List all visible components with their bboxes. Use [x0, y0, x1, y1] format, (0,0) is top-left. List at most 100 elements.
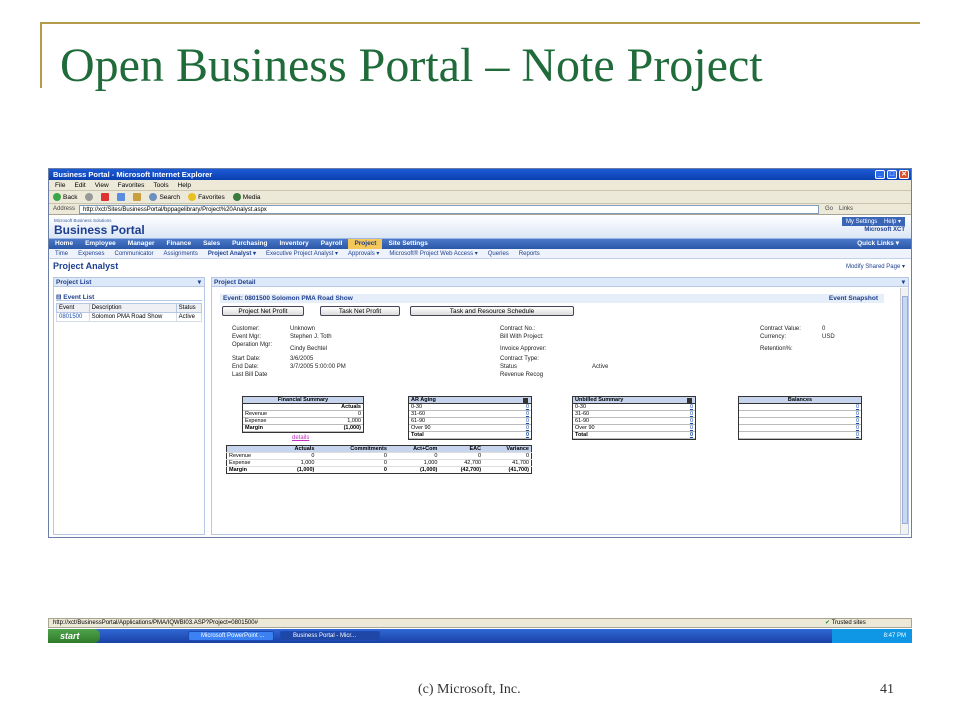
- home-button[interactable]: [133, 193, 142, 201]
- financial-summary-col: Actuals: [341, 404, 361, 410]
- subnav-project-web-access[interactable]: Microsoft® Project Web Access ▾: [389, 250, 477, 257]
- nav-project[interactable]: Project: [348, 239, 383, 249]
- maximize-button[interactable]: □: [887, 170, 897, 179]
- media-button[interactable]: Media: [232, 193, 261, 201]
- balance-link[interactable]: 0: [841, 418, 861, 424]
- fin-col-variance: Variance: [483, 445, 532, 453]
- col-event[interactable]: Event: [56, 303, 90, 313]
- balance-link[interactable]: 0: [841, 411, 861, 417]
- ar-over-90-link[interactable]: 0: [511, 425, 531, 431]
- taskbar-powerpoint[interactable]: Microsoft PowerPoint ...: [188, 631, 274, 641]
- balance-link[interactable]: 0: [841, 404, 861, 410]
- ar-total-link[interactable]: 0: [511, 432, 531, 438]
- unbilled-61-90-link[interactable]: 0: [675, 418, 695, 424]
- favorites-button[interactable]: Favorites: [188, 193, 225, 201]
- stop-button[interactable]: [101, 193, 110, 201]
- contract-no-label: Contract No.:: [500, 326, 536, 332]
- nav-employee[interactable]: Employee: [79, 239, 122, 249]
- forward-button[interactable]: [85, 193, 94, 201]
- financial-summary-title: Financial Summary: [243, 397, 363, 404]
- table-row: 31-60 0: [409, 411, 531, 418]
- my-settings-link[interactable]: My Settings: [846, 219, 877, 225]
- menu-help[interactable]: Help: [178, 182, 191, 189]
- nav-manager[interactable]: Manager: [122, 239, 161, 249]
- back-button[interactable]: Back: [53, 193, 77, 201]
- menu-favorites[interactable]: Favorites: [118, 182, 145, 189]
- nav-inventory[interactable]: Inventory: [273, 239, 314, 249]
- event-list-title[interactable]: ⊟ Event List: [56, 293, 202, 301]
- scrollbar-thumb[interactable]: [902, 296, 908, 524]
- event-status: Active: [175, 312, 203, 322]
- subnav-time[interactable]: Time: [55, 251, 68, 257]
- retention-label: Retention%:: [760, 346, 793, 352]
- links-button[interactable]: Links: [839, 206, 853, 212]
- table-row: Margin (1,000): [243, 425, 363, 432]
- nav-finance[interactable]: Finance: [161, 239, 198, 249]
- unbilled-0-30-link[interactable]: 0: [675, 404, 695, 410]
- vertical-scrollbar[interactable]: [900, 288, 908, 534]
- unbilled-31-60-link[interactable]: 0: [675, 411, 695, 417]
- table-row[interactable]: 0801500 Solomon PMA Road Show Active: [56, 312, 203, 322]
- project-net-profit-button[interactable]: Project Net Profit: [222, 306, 304, 316]
- ar-61-90-link[interactable]: 0: [511, 418, 531, 424]
- close-button[interactable]: ✕: [899, 170, 909, 179]
- subnav-queries[interactable]: Queries: [488, 251, 509, 257]
- windows-taskbar: start Microsoft PowerPoint ... Business …: [48, 629, 912, 643]
- ar-31-60-link[interactable]: 0: [511, 411, 531, 417]
- balance-link[interactable]: 0: [841, 432, 861, 438]
- nav-payroll[interactable]: Payroll: [315, 239, 349, 249]
- panel-menu-icon[interactable]: ▾: [902, 278, 905, 287]
- search-button[interactable]: Search: [149, 193, 180, 201]
- event-id-link[interactable]: 0801500: [56, 312, 90, 322]
- table-row: 0-30 0: [573, 404, 695, 411]
- task-resource-schedule-button[interactable]: Task and Resource Schedule: [410, 306, 574, 316]
- subnav-executive-project-analyst[interactable]: Executive Project Analyst ▾: [266, 250, 338, 257]
- subnav-communicator[interactable]: Communicator: [114, 251, 153, 257]
- nav-purchasing[interactable]: Purchasing: [226, 239, 273, 249]
- menu-file[interactable]: File: [55, 182, 65, 189]
- home-icon: [133, 193, 142, 201]
- table-row: Margin (1,000) 0 (1,000) (42,700) (41,700): [226, 466, 532, 474]
- quick-links[interactable]: Quick Links ▾: [851, 239, 905, 249]
- go-button[interactable]: Go: [825, 206, 833, 212]
- balances-title: Balances: [739, 397, 861, 404]
- menu-edit[interactable]: Edit: [74, 182, 85, 189]
- project-detail-header: Project Detail ▾: [212, 278, 908, 287]
- subnav-reports[interactable]: Reports: [519, 251, 540, 257]
- nav-home[interactable]: Home: [49, 239, 79, 249]
- start-date-value: 3/6/2005: [290, 356, 314, 362]
- chart-icon[interactable]: [687, 398, 692, 403]
- menu-tools[interactable]: Tools: [153, 182, 168, 189]
- ar-0-30-link[interactable]: 0: [511, 404, 531, 410]
- panel-menu-icon[interactable]: ▾: [198, 278, 201, 287]
- balance-link[interactable]: 0: [841, 425, 861, 431]
- nav-sales[interactable]: Sales: [197, 239, 226, 249]
- table-row: Revenue 0 0 0 0 0: [226, 452, 532, 460]
- details-link[interactable]: details: [292, 435, 309, 441]
- chart-icon[interactable]: [523, 398, 528, 403]
- nav-site-settings[interactable]: Site Settings: [382, 239, 433, 249]
- subnav-assignments[interactable]: Assignments: [164, 251, 198, 257]
- menu-view[interactable]: View: [95, 182, 109, 189]
- task-net-profit-button[interactable]: Task Net Profit: [320, 306, 400, 316]
- financial-detail-table: Actuals Commitments Act+Com EAC Variance…: [226, 445, 532, 474]
- address-input[interactable]: http://xct/Sites/BusinessPortal/bppageli…: [79, 204, 820, 214]
- subnav-expenses[interactable]: Expenses: [78, 251, 104, 257]
- invoice-approver-label: Invoice Approver:: [500, 346, 547, 352]
- help-link[interactable]: Help ▾: [884, 219, 901, 225]
- minimize-button[interactable]: _: [875, 170, 885, 179]
- unbilled-total-link[interactable]: 0: [675, 432, 695, 438]
- refresh-button[interactable]: [117, 193, 126, 201]
- unbilled-summary-box: Unbilled Summary 0-30 0 31-60 0 61-90 0 Ove…: [572, 396, 696, 440]
- col-status[interactable]: Status: [175, 303, 203, 313]
- col-description[interactable]: Description: [88, 303, 177, 313]
- modify-shared-page[interactable]: Modify Shared Page ▾: [846, 263, 905, 270]
- unbilled-over-90-link[interactable]: 0: [675, 425, 695, 431]
- forward-arrow-icon: [85, 193, 94, 201]
- taskbar-business-portal[interactable]: Business Portal - Micr...: [280, 631, 380, 641]
- fin-col-eac: EAC: [439, 445, 484, 453]
- subnav-approvals[interactable]: Approvals ▾: [348, 250, 379, 257]
- start-button[interactable]: start: [48, 629, 100, 643]
- table-row: Expense 1,000: [243, 418, 363, 425]
- subnav-project-analyst[interactable]: Project Analyst ▾: [208, 250, 256, 257]
